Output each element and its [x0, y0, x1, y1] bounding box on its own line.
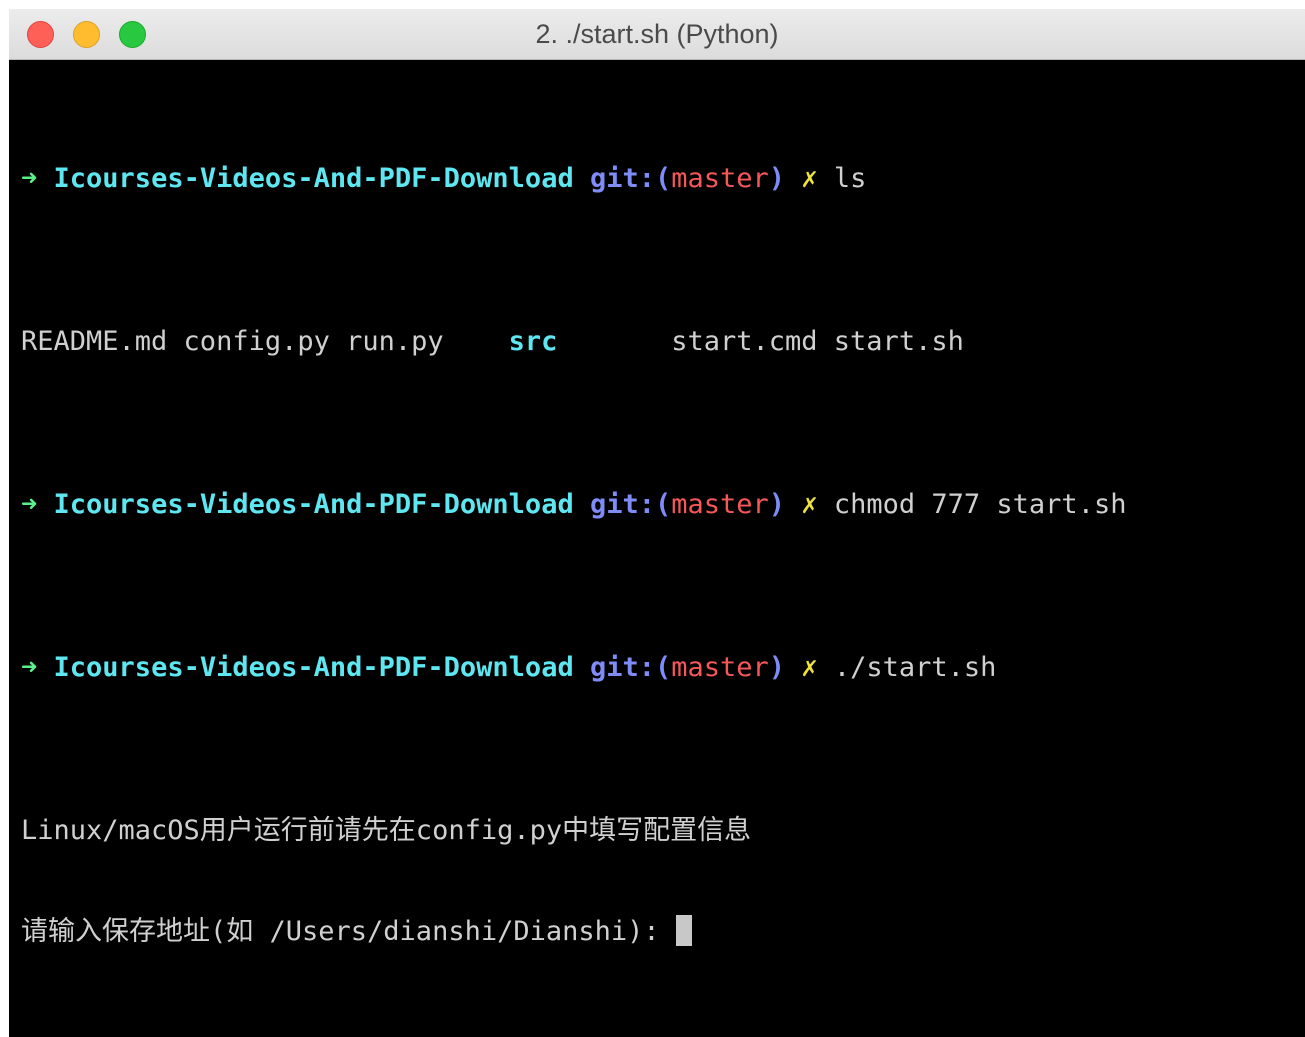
command-text: ./start.sh: [833, 652, 997, 683]
git-branch: master: [671, 489, 769, 520]
ls-files: start.cmd start.sh: [557, 326, 964, 357]
ls-output-line: README.md config.py run.py src start.cmd…: [21, 322, 1305, 361]
prompt-line: ➜ Icourses-Videos-And-PDF-Download git:(…: [21, 485, 1305, 524]
git-branch: master: [671, 652, 769, 683]
git-label: git:(: [589, 489, 672, 520]
prompt-line: ➜ Icourses-Videos-And-PDF-Download git:(…: [21, 648, 1305, 687]
text-cursor[interactable]: [675, 915, 692, 946]
dirty-mark-icon: ✗: [801, 652, 818, 683]
prompt-arrow-icon: ➜: [21, 489, 38, 520]
git-label: git:(: [589, 652, 672, 683]
output-line: Linux/macOS用户运行前请先在config.py中填写配置信息: [21, 815, 752, 846]
dirty-mark-icon: ✗: [801, 163, 818, 194]
terminal-window[interactable]: 2. ./start.sh (Python) ➜ Icourses-Videos…: [9, 9, 1305, 1037]
prompt-directory: Icourses-Videos-And-PDF-Download: [53, 652, 574, 683]
git-branch: master: [671, 163, 769, 194]
input-prompt-line[interactable]: 请输入保存地址(如 /Users/dianshi/Dianshi):: [21, 912, 1305, 951]
ls-files: README.md config.py run.py: [21, 326, 509, 357]
git-label-close: ): [768, 163, 786, 194]
git-label-close: ): [768, 652, 786, 683]
git-label-close: ): [768, 489, 786, 520]
prompt-line: ➜ Icourses-Videos-And-PDF-Download git:(…: [21, 159, 1305, 198]
ls-directory: src: [508, 326, 558, 357]
command-text: ls: [833, 163, 867, 194]
title-bar[interactable]: 2. ./start.sh (Python): [9, 9, 1305, 60]
terminal-output[interactable]: ➜ Icourses-Videos-And-PDF-Download git:(…: [21, 66, 1305, 1037]
prompt-directory: Icourses-Videos-And-PDF-Download: [53, 163, 574, 194]
input-prompt-text: 请输入保存地址(如 /Users/dianshi/Dianshi):: [21, 916, 676, 947]
prompt-directory: Icourses-Videos-And-PDF-Download: [53, 489, 574, 520]
prompt-arrow-icon: ➜: [21, 652, 38, 683]
git-label: git:(: [589, 163, 672, 194]
prompt-arrow-icon: ➜: [21, 163, 38, 194]
command-text: chmod 777 start.sh: [833, 489, 1127, 520]
window-title: 2. ./start.sh (Python): [535, 19, 779, 49]
dirty-mark-icon: ✗: [801, 489, 818, 520]
